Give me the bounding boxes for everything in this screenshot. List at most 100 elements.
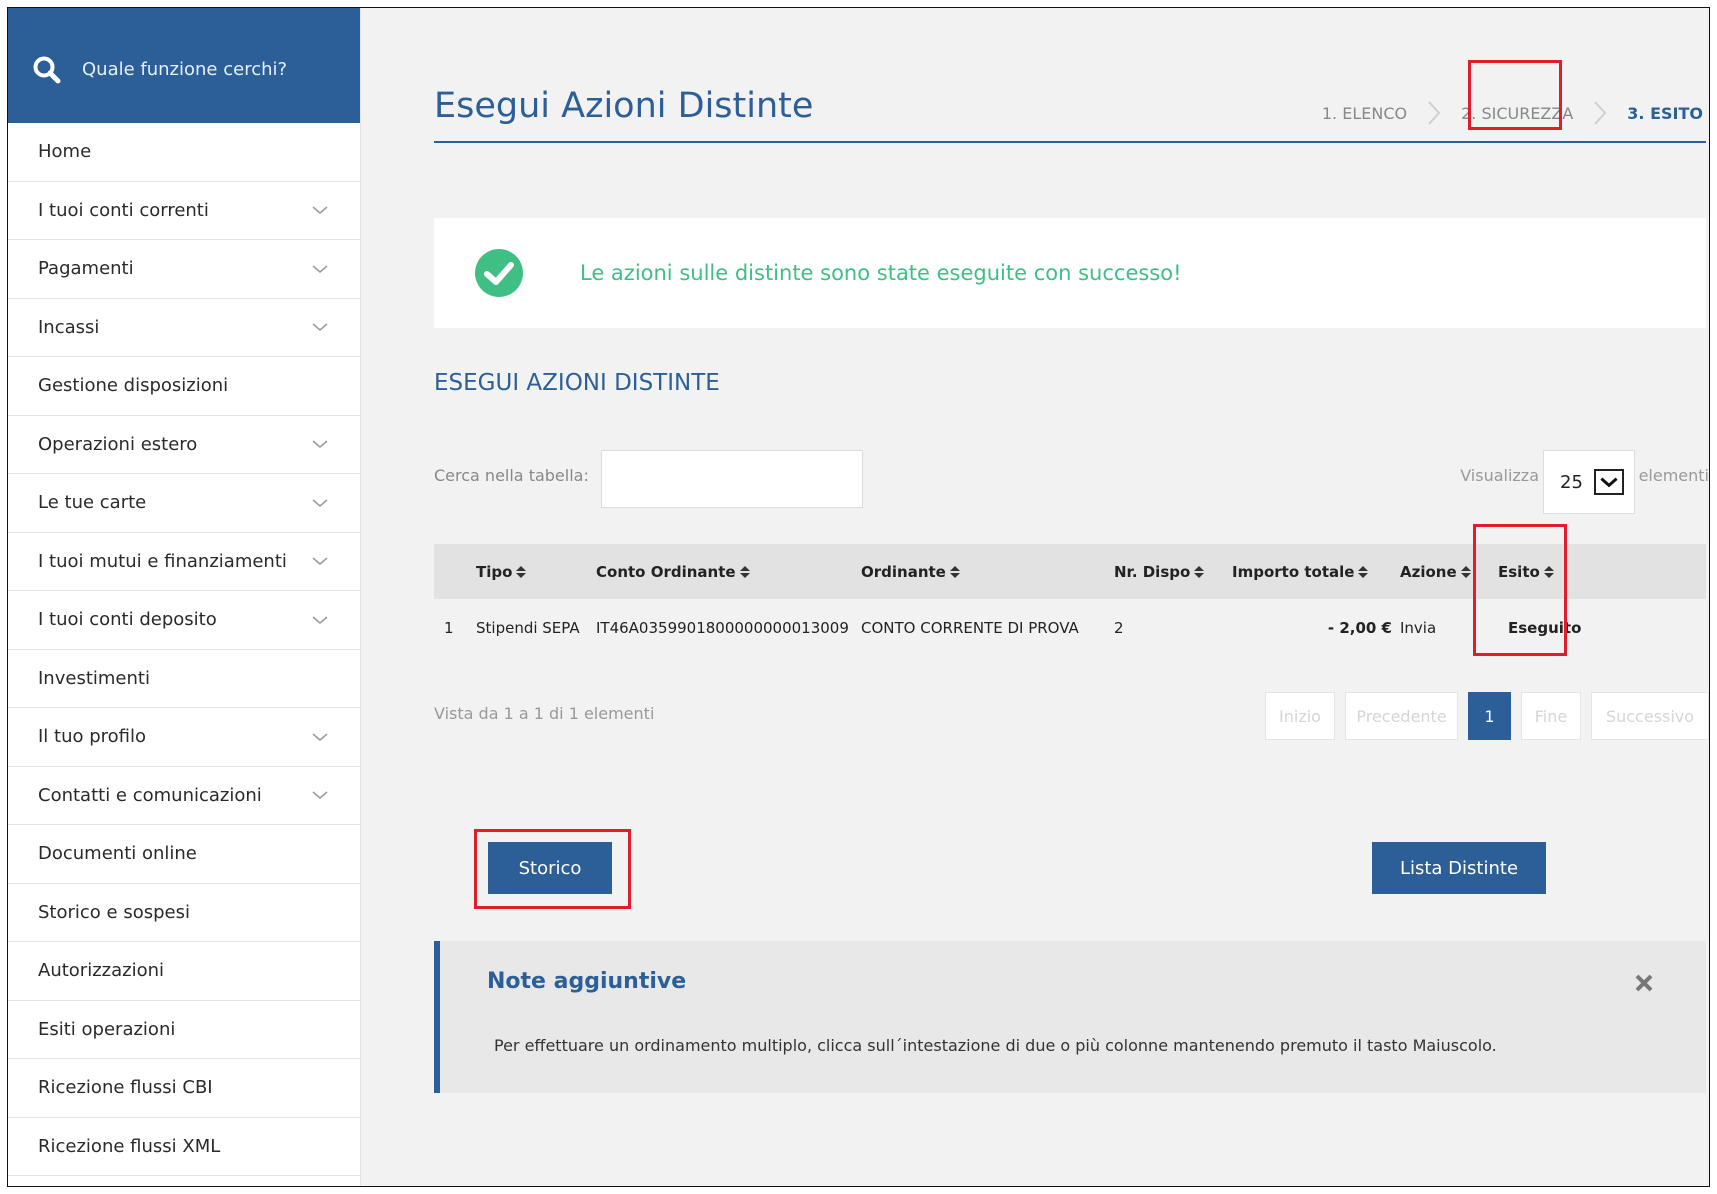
table-search-label: Cerca nella tabella: (434, 466, 589, 485)
sidebar-item-label: Documenti online (38, 843, 197, 865)
sort-icon[interactable] (1358, 566, 1369, 578)
title-underline (434, 141, 1706, 143)
sidebar-item-label: Le tue carte (38, 492, 147, 514)
chevron-down-icon (312, 440, 328, 449)
lista-distinte-button[interactable]: Lista Distinte (1372, 842, 1546, 894)
col-ordinante[interactable]: Ordinante (857, 544, 1110, 599)
sidebar-item-label: I tuoi conti correnti (38, 199, 209, 221)
sidebar-item-pagamenti[interactable]: Pagamenti (8, 240, 360, 299)
sidebar-item-label: Ricezione flussi XML (38, 1135, 221, 1157)
sidebar-nav: Home I tuoi conti correnti Pagamenti Incass… (8, 123, 360, 1176)
pagination-next[interactable]: Successivo (1591, 692, 1709, 740)
chevron-down-icon (312, 557, 328, 566)
sidebar-item-label: Incassi (38, 316, 100, 338)
sidebar-item-esiti-operazioni[interactable]: Esiti operazioni (8, 1001, 360, 1059)
sidebar-item-label: Investimenti (38, 667, 150, 689)
note-panel: Note aggiuntive Per effettuare un ordina… (434, 941, 1706, 1093)
distinte-table: Tipo Conto Ordinante Ordinante Nr. Dispo… (434, 544, 1706, 657)
page-size-select[interactable]: 25 (1543, 450, 1635, 514)
sidebar-item-operazioni-estero[interactable]: Operazioni estero (8, 416, 360, 474)
sidebar-item-label: Operazioni estero (38, 433, 198, 455)
cell-azione: Invia (1400, 619, 1437, 637)
cell-nr-dispo: 2 (1114, 619, 1124, 637)
cell-esito: Eseguito (1508, 619, 1582, 637)
sidebar-item-i-tuoi-conti-correnti[interactable]: I tuoi conti correnti (8, 182, 360, 240)
sidebar-item-i-tuoi-mutui-e-finanziamenti[interactable]: I tuoi mutui e finanziamenti (8, 533, 360, 591)
cell-tipo: Stipendi SEPA (476, 619, 580, 637)
chevron-right-icon (1594, 101, 1607, 125)
sidebar-item-investimenti[interactable]: Investimenti (8, 650, 360, 708)
sidebar-item-label: Autorizzazioni (38, 960, 164, 982)
col-nr-dispo[interactable]: Nr. Dispo (1110, 544, 1228, 599)
pagination: Inizio Precedente 1 Fine Successivo (1265, 692, 1709, 740)
table-header-row: Tipo Conto Ordinante Ordinante Nr. Dispo… (434, 544, 1706, 599)
sort-icon[interactable] (1194, 566, 1205, 578)
sort-icon[interactable] (949, 566, 960, 578)
sidebar-item-autorizzazioni[interactable]: Autorizzazioni (8, 942, 360, 1001)
sidebar-item-incassi[interactable]: Incassi (8, 299, 360, 357)
sidebar-item-gestione-disposizioni[interactable]: Gestione disposizioni (8, 357, 360, 416)
note-text: Per effettuare un ordinamento multiplo, … (494, 1036, 1497, 1055)
sidebar-item-le-tue-carte[interactable]: Le tue carte (8, 474, 360, 533)
chevron-down-icon[interactable] (1594, 469, 1624, 495)
app-window: Home I tuoi conti correnti Pagamenti Incass… (7, 7, 1710, 1187)
success-message: Le azioni sulle distinte sono state eseg… (580, 261, 1182, 285)
sidebar-item-label: Contatti e comunicazioni (38, 784, 262, 806)
sort-icon[interactable] (1543, 566, 1554, 578)
sidebar-item-label: Il tuo profilo (38, 726, 147, 748)
sidebar-item-ricezione-flussi-cbi[interactable]: Ricezione flussi CBI (8, 1059, 360, 1118)
elements-label: elementi (1638, 466, 1709, 485)
search-icon[interactable] (32, 55, 62, 85)
table-summary: Vista da 1 a 1 di 1 elementi (434, 704, 655, 723)
cell-importo: - 2,00 € (1327, 619, 1392, 637)
col-importo-totale[interactable]: Importo totale (1228, 544, 1396, 599)
step-sicurezza: 2. SICUREZZA (1461, 103, 1574, 123)
sidebar-item-i-tuoi-conti-deposito[interactable]: I tuoi conti deposito (8, 591, 360, 650)
section-title: ESEGUI AZIONI DISTINTE (434, 370, 720, 396)
sort-icon[interactable] (739, 566, 750, 578)
pagination-last[interactable]: Fine (1521, 692, 1581, 740)
sidebar-item-label: Home (38, 141, 92, 163)
step-esito: 3. ESITO (1627, 103, 1703, 123)
sort-icon[interactable] (1460, 566, 1471, 578)
row-index: 1 (444, 619, 454, 637)
sidebar-item-ricezione-flussi-xml[interactable]: Ricezione flussi XML (8, 1118, 360, 1176)
chevron-down-icon (312, 733, 328, 741)
cell-conto: IT46A0359901800000000013009 (596, 619, 849, 637)
chevron-down-icon (312, 616, 328, 624)
chevron-down-icon (312, 265, 328, 273)
pagination-page-1[interactable]: 1 (1468, 692, 1511, 740)
chevron-down-icon (312, 791, 328, 800)
check-circle-icon (475, 249, 523, 297)
chevron-down-icon (312, 499, 328, 507)
note-title: Note aggiuntive (487, 969, 687, 994)
search-input[interactable] (80, 53, 334, 85)
sidebar: Home I tuoi conti correnti Pagamenti Incass… (8, 8, 361, 1186)
pagination-first[interactable]: Inizio (1265, 692, 1335, 740)
sidebar-item-label: Gestione disposizioni (38, 375, 229, 397)
table-search-input[interactable] (601, 450, 863, 508)
sidebar-item-contatti-e-comunicazioni[interactable]: Contatti e comunicazioni (8, 767, 360, 825)
search-box (8, 8, 360, 123)
main-content: Esegui Azioni Distinte 1. ELENCO 2. SICU… (360, 8, 1709, 1186)
wizard-steps: 1. ELENCO 2. SICUREZZA 3. ESITO (1316, 93, 1709, 133)
chevron-down-icon (312, 323, 328, 332)
close-icon[interactable] (1634, 973, 1654, 993)
col-tipo[interactable]: Tipo (472, 544, 592, 599)
page-size-value: 25 (1560, 471, 1583, 493)
sidebar-item-home[interactable]: Home (8, 123, 360, 182)
sidebar-item-label: Pagamenti (38, 258, 134, 280)
sort-icon[interactable] (516, 566, 527, 578)
sidebar-item-il-tuo-profilo[interactable]: Il tuo profilo (8, 708, 360, 767)
sidebar-item-label: Esiti operazioni (38, 1018, 176, 1040)
sidebar-item-storico-e-sospesi[interactable]: Storico e sospesi (8, 884, 360, 942)
col-conto-ordinante[interactable]: Conto Ordinante (592, 544, 857, 599)
sidebar-item-label: Storico e sospesi (38, 901, 190, 923)
sidebar-item-documenti-online[interactable]: Documenti online (8, 825, 360, 884)
pagination-prev[interactable]: Precedente (1345, 692, 1458, 740)
chevron-down-icon (312, 206, 328, 215)
storico-button[interactable]: Storico (488, 842, 612, 894)
col-azione[interactable]: Azione (1396, 544, 1494, 599)
col-esito[interactable]: Esito (1494, 544, 1706, 599)
sidebar-item-label: I tuoi mutui e finanziamenti (38, 550, 287, 572)
